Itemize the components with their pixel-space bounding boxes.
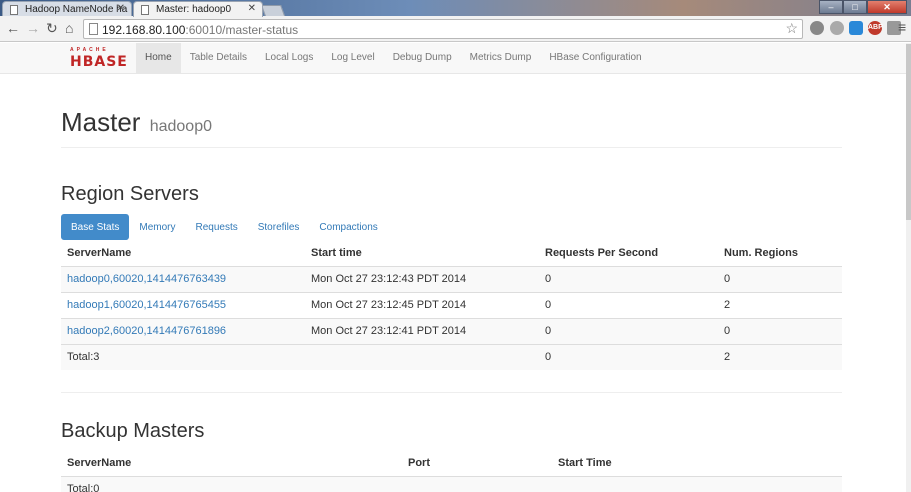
table-cell: 0 [539, 265, 718, 292]
divider [61, 392, 842, 393]
hbase-logo[interactable]: APACHE HBASE [70, 47, 128, 70]
table-cell: 2 [718, 343, 842, 370]
browser-toolbar: ← → ↻ ⌂ 192.168.80.100:60010/master-stat… [0, 16, 911, 42]
reload-icon[interactable]: ↻ [46, 20, 58, 36]
column-header: Start Time [552, 450, 842, 477]
column-header: ServerName [61, 240, 305, 267]
new-tab-button[interactable] [260, 5, 286, 16]
tab-compactions[interactable]: Compactions [309, 214, 387, 240]
column-header: Requests Per Second [539, 240, 718, 267]
nav-links: Home Table Details Local Logs Log Level … [136, 43, 651, 74]
nav-log-level[interactable]: Log Level [322, 43, 383, 74]
back-arrow-icon[interactable]: ← [6, 20, 20, 36]
browser-titlebar: Hadoop NameNode ha ✕ Master: hadoop0 ✕ –… [0, 0, 911, 17]
nav-debug-dump[interactable]: Debug Dump [384, 43, 461, 74]
table-cell [402, 475, 552, 492]
region-servers-heading: Region Servers [61, 183, 199, 205]
minimize-icon[interactable]: – [819, 0, 843, 14]
page-subtitle: hadoop0 [149, 118, 212, 135]
table-row: hadoop1,60020,1414476765455 Mon Oct 27 2… [61, 291, 842, 318]
hbase-navbar: APACHE HBASE Home Table Details Local Lo… [0, 43, 906, 74]
table-row: hadoop2,60020,1414476761896 Mon Oct 27 2… [61, 317, 842, 344]
backup-masters-heading: Backup Masters [61, 420, 205, 442]
table-cell: 0 [539, 317, 718, 344]
nav-home[interactable]: Home [136, 43, 181, 74]
table-cell [305, 343, 539, 370]
table-cell: hadoop0,60020,1414476763439 [61, 265, 305, 292]
table-cell: Mon Oct 27 23:12:41 PDT 2014 [305, 317, 539, 344]
adblock-icon[interactable]: ABP [868, 21, 883, 35]
close-tab-icon[interactable]: ✕ [248, 3, 256, 14]
table-cell [552, 475, 842, 492]
table-cell: Mon Oct 27 23:12:43 PDT 2014 [305, 265, 539, 292]
address-bar[interactable]: 192.168.80.100:60010/master-status ☆ [83, 19, 803, 39]
home-icon[interactable]: ⌂ [65, 20, 73, 36]
table-cell: 2 [718, 291, 842, 318]
table-cell: Total:3 [61, 343, 305, 370]
close-window-icon[interactable]: ✕ [867, 0, 907, 14]
column-header: Port [402, 450, 552, 477]
divider [61, 147, 842, 148]
browser-tab-namenode[interactable]: Hadoop NameNode ha ✕ [2, 1, 132, 17]
logo-hbase-text: HBASE [70, 54, 128, 70]
scrollbar-thumb[interactable] [906, 44, 911, 220]
forward-arrow-icon[interactable]: → [26, 20, 40, 36]
table-total-row: Total:3 0 2 [61, 343, 842, 370]
column-header: ServerName [61, 450, 402, 477]
table-cell: 0 [539, 291, 718, 318]
column-header: Start time [305, 240, 539, 267]
backup-masters-table: ServerName Port Start Time Total:0 [61, 450, 842, 492]
tab-memory[interactable]: Memory [129, 214, 185, 240]
tab-storefiles[interactable]: Storefiles [248, 214, 310, 240]
window-controls: – □ ✕ [819, 0, 907, 14]
menu-icon[interactable]: ≡ [898, 19, 906, 35]
table-total-row: Total:0 [61, 475, 842, 492]
logo-apache-text: APACHE [70, 47, 109, 53]
close-tab-icon[interactable]: ✕ [117, 3, 125, 14]
server-link[interactable]: hadoop1,60020,1414476765455 [67, 299, 226, 311]
extension-globe-icon[interactable] [810, 21, 824, 35]
region-servers-table: ServerName Start time Requests Per Secon… [61, 240, 842, 370]
nav-local-logs[interactable]: Local Logs [256, 43, 322, 74]
server-link[interactable]: hadoop2,60020,1414476761896 [67, 325, 226, 337]
nav-metrics-dump[interactable]: Metrics Dump [461, 43, 541, 74]
document-icon [141, 5, 149, 15]
page-title: Master hadoop0 [61, 107, 212, 137]
server-link[interactable]: hadoop0,60020,1414476763439 [67, 273, 226, 285]
table-cell: 0 [718, 265, 842, 292]
maximize-icon[interactable]: □ [843, 0, 867, 14]
extension-blue-icon[interactable] [849, 21, 863, 35]
tab-base-stats[interactable]: Base Stats [61, 214, 130, 240]
browser-tab-title: Hadoop NameNode ha [25, 4, 128, 15]
table-header-row: ServerName Start time Requests Per Secon… [61, 240, 842, 267]
browser-tab-title: Master: hadoop0 [156, 4, 232, 15]
extension-gear-icon[interactable] [830, 21, 844, 35]
table-header-row: ServerName Port Start Time [61, 450, 842, 477]
table-cell: Mon Oct 27 23:12:45 PDT 2014 [305, 291, 539, 318]
table-cell: 0 [718, 317, 842, 344]
browser-tab-master[interactable]: Master: hadoop0 ✕ [133, 1, 263, 17]
page-icon [89, 23, 98, 35]
column-header: Num. Regions [718, 240, 842, 267]
table-row: hadoop0,60020,1414476763439 Mon Oct 27 2… [61, 265, 842, 292]
tab-requests[interactable]: Requests [185, 214, 247, 240]
document-icon [10, 5, 18, 15]
table-cell: 0 [539, 343, 718, 370]
region-servers-tabs: Base Stats Memory Requests Storefiles Co… [61, 214, 388, 240]
table-cell: hadoop2,60020,1414476761896 [61, 317, 305, 344]
bookmark-star-icon[interactable]: ☆ [785, 20, 798, 37]
nav-table-details[interactable]: Table Details [181, 43, 256, 74]
url-text: 192.168.80.100:60010/master-status [102, 23, 299, 37]
table-cell: hadoop1,60020,1414476765455 [61, 291, 305, 318]
nav-hbase-configuration[interactable]: HBase Configuration [540, 43, 650, 74]
table-cell: Total:0 [61, 475, 402, 492]
